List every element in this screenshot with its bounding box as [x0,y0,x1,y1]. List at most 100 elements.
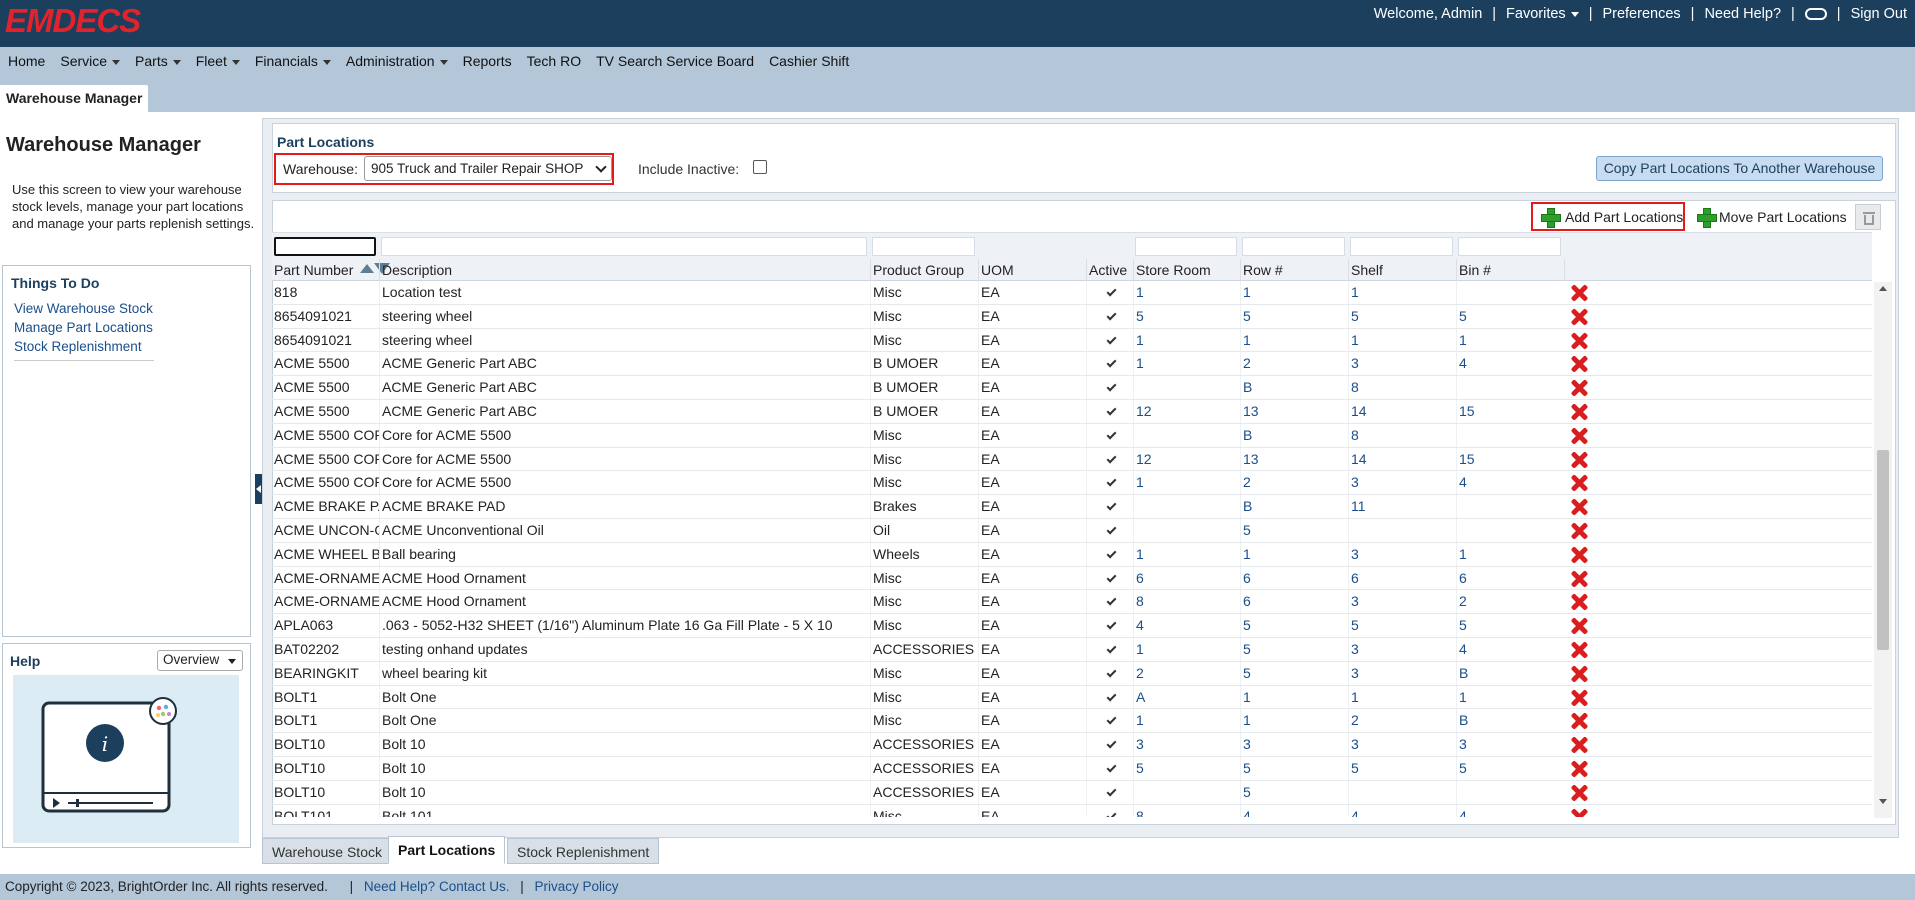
cell-shelf[interactable]: 8 [1348,376,1456,400]
cell-store-room[interactable] [1133,780,1240,804]
filter-input-product-group[interactable] [872,237,975,256]
cell-row[interactable]: 1 [1240,281,1348,304]
cell-row[interactable]: 2 [1240,471,1348,495]
delete-row-icon[interactable] [1570,522,1588,540]
cell-shelf[interactable]: 3 [1348,733,1456,757]
cell-bin[interactable]: 15 [1456,399,1564,423]
nav-item-administration[interactable]: Administration [346,53,448,69]
cell-row[interactable]: 1 [1240,328,1348,352]
filter-input-bin[interactable] [1458,237,1561,256]
scroll-up-icon[interactable] [1879,286,1887,291]
cell-store-room[interactable] [1133,376,1240,400]
delete-selected-button[interactable] [1855,204,1881,230]
table-row[interactable]: ACME-ORNAMENTACME Hood OrnamentMiscEA666… [272,566,1872,591]
cell-store-room[interactable]: 5 [1133,756,1240,780]
delete-row-icon[interactable] [1570,689,1588,707]
cell-row[interactable]: B [1240,423,1348,447]
delete-row-icon[interactable] [1570,474,1588,492]
nav-item-home[interactable]: Home [8,53,45,69]
cell-store-room[interactable]: 3 [1133,733,1240,757]
copy-part-locations-button[interactable]: Copy Part Locations To Another Warehouse [1596,156,1883,181]
cell-shelf[interactable] [1348,518,1456,542]
cell-store-room[interactable]: 1 [1133,637,1240,661]
cell-bin[interactable]: 3 [1456,733,1564,757]
help-topic-select[interactable]: Overview [157,650,243,671]
cell-shelf[interactable]: 3 [1348,661,1456,685]
cell-store-room[interactable]: 1 [1133,281,1240,304]
table-row[interactable]: ACME 5500 CORECore for ACME 5500MiscEA 12… [272,447,1872,472]
cell-store-room[interactable]: 2 [1133,661,1240,685]
cell-bin[interactable]: 1 [1456,328,1564,352]
filter-input-description[interactable] [381,237,867,256]
cell-row[interactable]: 6 [1240,566,1348,590]
table-row[interactable]: ACME 5500 ACME Generic Part ABC B UMOER EA 1… [272,399,1872,424]
column-header-bin[interactable]: Bin # [1456,259,1564,281]
delete-row-icon[interactable] [1570,379,1588,397]
cell-store-room[interactable]: 1 [1133,709,1240,733]
table-row[interactable]: BOLT1 Bolt One Misc EA A 1 1 1 [272,685,1872,710]
nav-item-service[interactable]: Service [60,53,121,69]
need-help-link[interactable]: Need Help? [1704,6,1781,22]
cell-store-room[interactable]: A [1133,685,1240,709]
delete-row-icon[interactable] [1570,284,1588,302]
delete-row-icon[interactable] [1570,712,1588,730]
table-row[interactable]: BOLT10 Bolt 10 ACCESSORIES EA 3 3 3 3 [272,733,1872,757]
delete-row-icon[interactable] [1570,641,1588,659]
cell-shelf[interactable]: 1 [1348,328,1456,352]
delete-row-icon[interactable] [1570,546,1588,564]
scroll-thumb[interactable] [1877,450,1889,650]
nav-item-cashier-shift[interactable]: Cashier Shift [769,53,849,69]
add-part-locations-button[interactable]: Add Part Locations [1565,209,1683,225]
column-header-shelf[interactable]: Shelf [1348,259,1456,281]
cell-row[interactable]: 6 [1240,590,1348,614]
column-header-active[interactable]: Active [1086,259,1133,281]
cell-shelf[interactable]: 14 [1348,447,1456,471]
delete-row-icon[interactable] [1570,427,1588,445]
cell-bin[interactable]: 4 [1456,352,1564,376]
cell-shelf[interactable]: 8 [1348,423,1456,447]
nav-item-fleet[interactable]: Fleet [196,53,240,69]
delete-row-icon[interactable] [1570,736,1588,754]
column-header-description[interactable]: Description [379,259,870,281]
cell-shelf[interactable]: 3 [1348,590,1456,614]
nav-item-parts[interactable]: Parts [135,53,181,69]
cell-store-room[interactable] [1133,495,1240,519]
delete-row-icon[interactable] [1570,593,1588,611]
cell-store-room[interactable]: 1 [1133,542,1240,566]
cell-row[interactable]: 5 [1240,614,1348,638]
delete-row-icon[interactable] [1570,451,1588,469]
include-inactive-checkbox[interactable] [753,160,767,174]
sort-ascending-icon[interactable] [360,264,374,273]
filter-input-row[interactable] [1242,237,1345,256]
cell-bin[interactable]: 5 [1456,756,1564,780]
cell-bin[interactable] [1456,495,1564,519]
cell-bin[interactable]: 6 [1456,566,1564,590]
table-row[interactable]: ACME UNCON-OIL...ACME Unconventional Oil… [272,518,1872,543]
preferences-link[interactable]: Preferences [1602,6,1680,22]
cell-bin[interactable]: B [1456,661,1564,685]
column-header-uom[interactable]: UOM [978,259,1086,281]
cell-row[interactable]: 1 [1240,542,1348,566]
cell-row[interactable]: 5 [1240,780,1348,804]
table-row[interactable]: ACME WHEEL BEA...Ball bearingWheelsEA113… [272,542,1872,567]
cell-store-room[interactable]: 6 [1133,566,1240,590]
cell-shelf[interactable]: 5 [1348,614,1456,638]
cell-bin[interactable] [1456,376,1564,400]
table-row[interactable]: BOLT10 Bolt 10 ACCESSORIES EA 5 5 5 5 [272,756,1872,781]
table-row[interactable]: ACME 5500 CORECore for ACME 5500MiscEA 12… [272,471,1872,496]
cell-shelf[interactable]: 1 [1348,685,1456,709]
table-row[interactable]: BOLT10 Bolt 10 ACCESSORIES EA 5 [272,780,1872,805]
table-row[interactable]: APLA063 .063 - 5052-H32 SHEET (1/16") Alu… [272,614,1872,638]
table-row[interactable]: BEARINGKIT wheel bearing kit Misc EA 2 5 3 B [272,661,1872,686]
cell-shelf[interactable]: 6 [1348,566,1456,590]
cell-store-room[interactable]: 1 [1133,328,1240,352]
cell-bin[interactable]: 5 [1456,304,1564,328]
table-row[interactable]: ACME BRAKE PAD ...ACME BRAKE PADBrakesEA… [272,495,1872,519]
cell-bin[interactable] [1456,518,1564,542]
manage-part-locations-link[interactable]: Manage Part Locations [14,318,154,337]
cell-bin[interactable] [1456,281,1564,304]
table-row[interactable]: 818 Location test Misc EA 1 1 1 [272,281,1872,305]
cell-row[interactable]: 5 [1240,637,1348,661]
delete-row-icon[interactable] [1570,332,1588,350]
stock-replenishment-link[interactable]: Stock Replenishment [14,337,154,356]
